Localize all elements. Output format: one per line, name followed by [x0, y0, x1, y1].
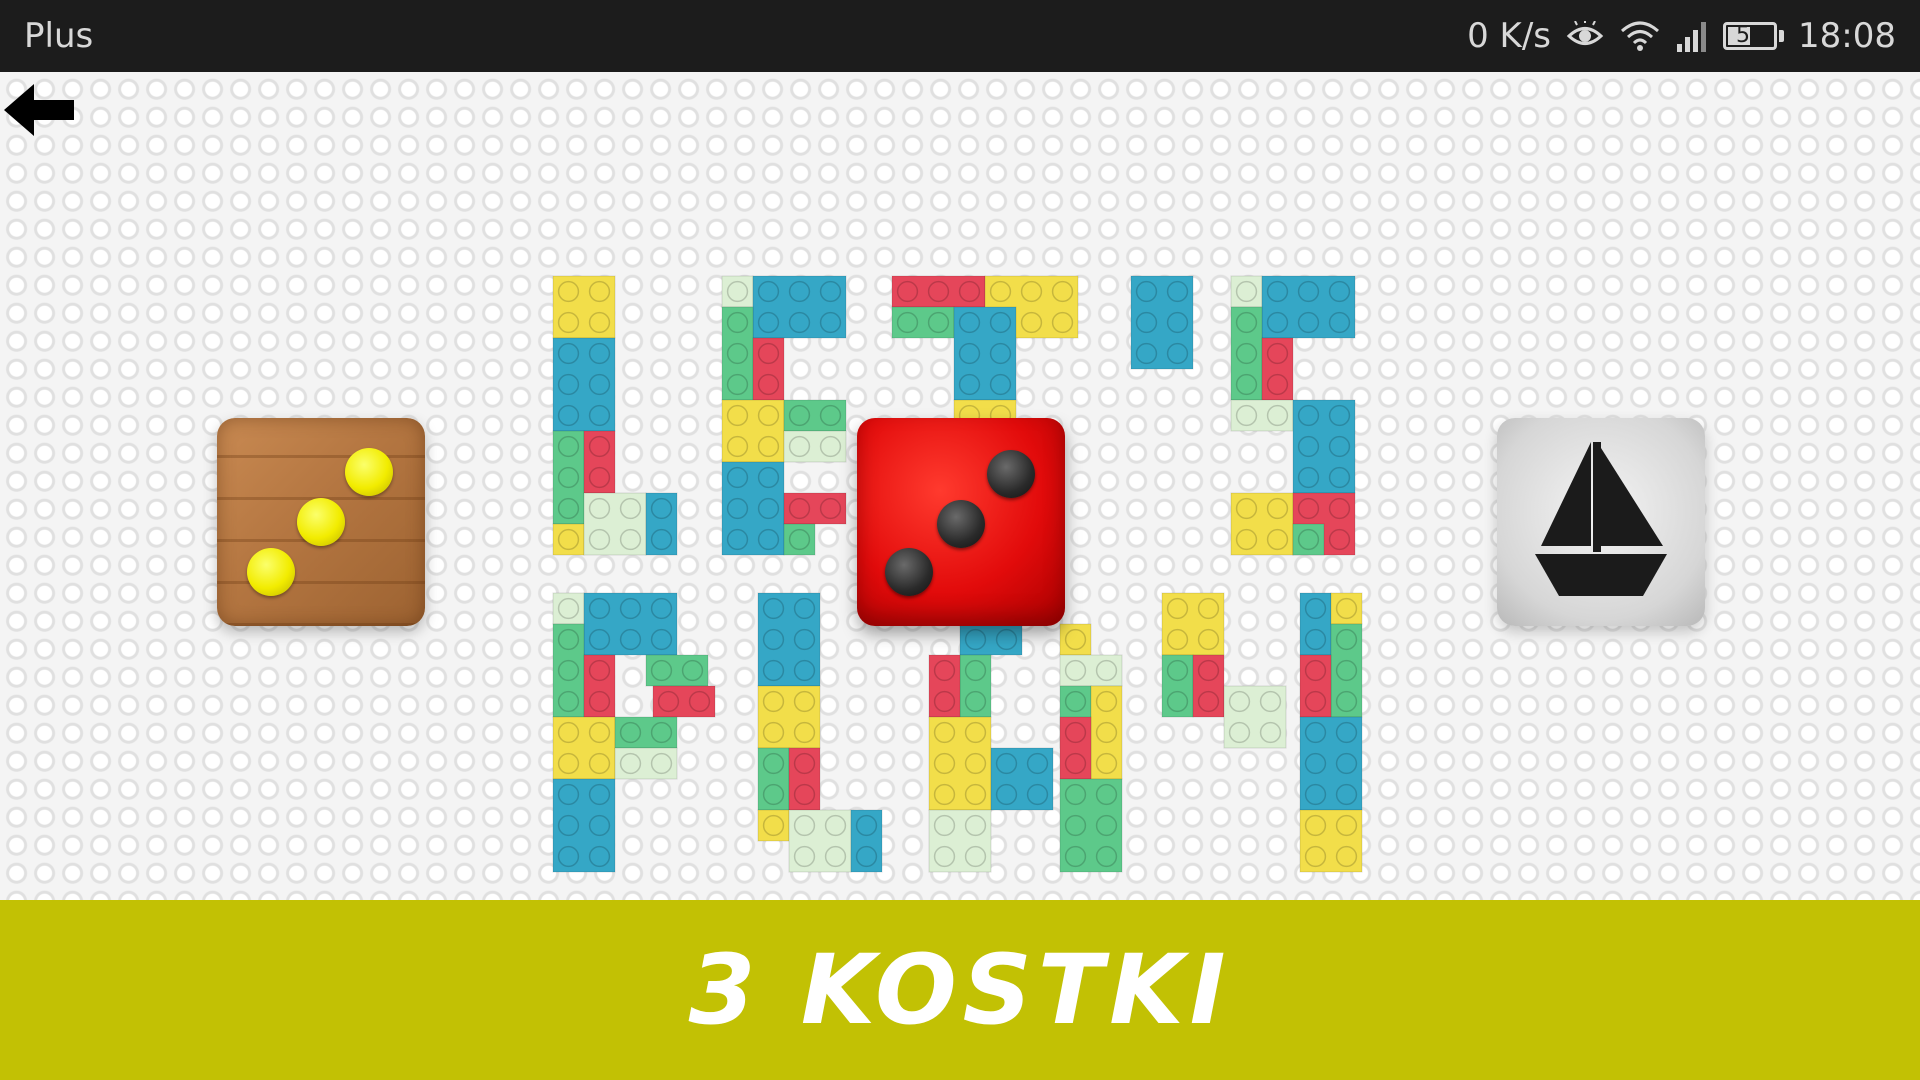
- battery-level: 51: [1736, 23, 1765, 48]
- battery-tip: [1779, 30, 1785, 42]
- carrier-name: Plus: [24, 16, 94, 56]
- game-title-banner[interactable]: 3 KOSTKI: [0, 900, 1920, 1080]
- die-pip: [297, 498, 345, 546]
- sailboat-button[interactable]: [1497, 418, 1705, 626]
- network-speed: 0 K/s: [1467, 16, 1552, 56]
- die-pip: [885, 548, 933, 596]
- eye-icon: [1566, 21, 1604, 45]
- red-die-button[interactable]: [857, 418, 1065, 626]
- battery-icon: 51: [1723, 22, 1778, 50]
- die-pip: [937, 500, 985, 548]
- wooden-die-button[interactable]: [217, 418, 425, 626]
- die-pip: [247, 548, 295, 596]
- wifi-icon: [1621, 21, 1660, 51]
- game-title: 3 KOSTKI: [688, 934, 1232, 1046]
- back-arrow-icon[interactable]: [0, 80, 82, 140]
- die-pip: [345, 448, 393, 496]
- status-bar: Plus 0 K/s 51 18:08: [0, 0, 1920, 72]
- die-pip: [987, 450, 1035, 498]
- clock: 18:08: [1798, 16, 1896, 56]
- status-icons: 0 K/s 51 18:08: [1467, 0, 1896, 72]
- signal-icon: [1677, 22, 1707, 52]
- sailboat-icon: [1535, 442, 1667, 596]
